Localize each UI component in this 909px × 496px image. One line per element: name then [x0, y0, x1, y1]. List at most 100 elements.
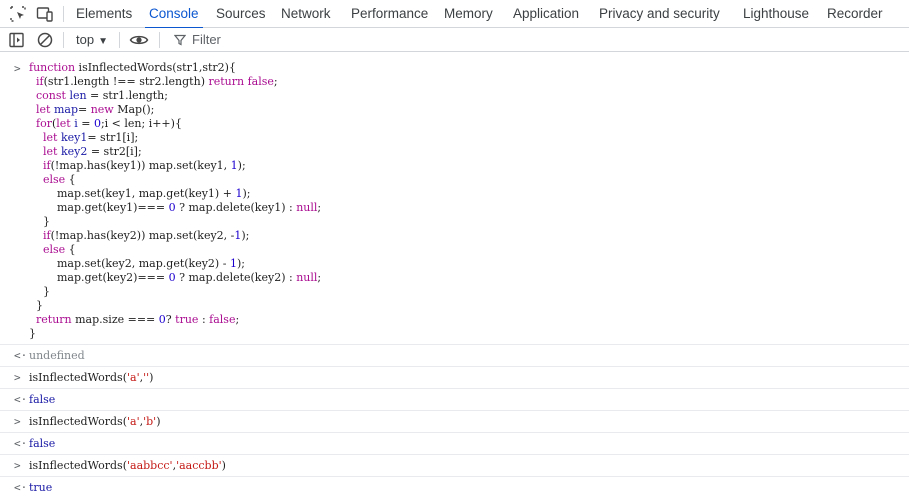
return-arrow-icon: <·	[14, 481, 28, 494]
code-token: {	[65, 173, 76, 186]
code-token: key1	[60, 131, 88, 144]
toolbar-divider	[119, 32, 120, 48]
code-token: (!map.has(key2)) map.set(key2, -	[50, 229, 235, 242]
string-arg: 'a'	[127, 415, 140, 428]
result-value[interactable]: true	[29, 481, 52, 494]
code-token: = str2[i];	[87, 145, 142, 158]
code-token: ;	[317, 201, 322, 214]
console-input-message: > isInflectedWords('aabbcc','aaccbb')	[0, 455, 909, 477]
code-token: = str1.length;	[86, 89, 168, 102]
filter-input[interactable]: Filter	[173, 28, 221, 51]
code-token: {	[65, 243, 76, 256]
tab-application[interactable]: Application	[513, 0, 579, 28]
code-token: map.get(key1)===	[29, 201, 169, 214]
code-token: 0	[93, 117, 101, 130]
tab-memory[interactable]: Memory	[444, 0, 493, 28]
code-line: for(let i = 0;i < len; i++){	[29, 117, 321, 131]
result-value[interactable]: false	[29, 437, 55, 450]
code-token: ;	[317, 271, 322, 284]
return-arrow-icon: <·	[14, 437, 28, 450]
context-selector[interactable]: top ▼	[76, 28, 108, 51]
code-token: null	[296, 271, 318, 284]
code-token: :	[198, 313, 210, 326]
call-name: isInflectedWords(	[29, 459, 127, 472]
code-line: }	[29, 285, 321, 299]
console-sidebar-icon[interactable]	[8, 31, 26, 49]
code-line: map.get(key1)=== 0 ? map.delete(key1) : …	[29, 201, 321, 215]
code-line: return map.size === 0? true : false;	[29, 313, 321, 327]
input-expression[interactable]: isInflectedWords('a','b')	[29, 415, 161, 428]
code-line: else {	[29, 173, 321, 187]
code-token: );	[237, 159, 246, 172]
filter-icon	[173, 34, 187, 46]
code-token: 1	[230, 159, 238, 172]
code-token: =	[77, 117, 94, 130]
code-token: map.size ===	[75, 313, 159, 326]
code-line: function isInflectedWords(str1,str2){	[29, 61, 321, 75]
input-expression[interactable]: isInflectedWords('a','')	[29, 371, 153, 384]
code-token: null	[296, 201, 318, 214]
code-token: }	[29, 299, 43, 312]
code-token: if	[43, 229, 51, 242]
code-line: }	[29, 327, 321, 341]
toolbar-divider	[159, 32, 160, 48]
eye-icon[interactable]	[129, 31, 149, 49]
code-token: 0	[168, 271, 176, 284]
call-close: )	[156, 415, 161, 428]
tab-lighthouse[interactable]: Lighthouse	[743, 0, 809, 28]
console-input-message: > isInflectedWords('a','b')	[0, 411, 909, 433]
code-line: const len = str1.length;	[29, 89, 321, 103]
code-token: let	[43, 131, 61, 144]
code-line: if(!map.has(key2)) map.set(key2, -1);	[29, 229, 321, 243]
console-result-message: <· undefined	[0, 345, 909, 367]
code-token: let	[36, 103, 54, 116]
return-arrow-icon: <·	[14, 393, 28, 406]
code-token: map.get(key2)===	[29, 271, 169, 284]
device-toolbar-icon[interactable]	[36, 5, 54, 23]
string-arg: 'b'	[143, 415, 157, 428]
code-token: map.set(key2, map.get(key2) -	[29, 257, 230, 270]
function-source-code[interactable]: function isInflectedWords(str1,str2){ if…	[29, 61, 321, 341]
console-input-message: > function isInflectedWords(str1,str2){ …	[0, 52, 909, 345]
code-token: Map();	[117, 103, 155, 116]
tab-network[interactable]: Network	[281, 0, 331, 28]
code-line: let key1= str1[i];	[29, 131, 321, 145]
result-value[interactable]: false	[29, 393, 55, 406]
code-token: ? map.delete(key2) :	[175, 271, 297, 284]
code-line: else {	[29, 243, 321, 257]
tab-sources[interactable]: Sources	[216, 0, 266, 28]
tab-performance[interactable]: Performance	[351, 0, 428, 28]
console-messages: > function isInflectedWords(str1,str2){ …	[0, 52, 909, 496]
chevron-down-icon: ▼	[98, 36, 108, 47]
filter-placeholder: Filter	[192, 32, 221, 47]
tab-elements[interactable]: Elements	[76, 0, 132, 28]
toolbar-divider	[63, 32, 64, 48]
code-line: let map= new Map();	[29, 103, 321, 117]
code-line: map.set(key2, map.get(key2) - 1);	[29, 257, 321, 271]
code-token: (!map.has(key1)) map.set(key1,	[50, 159, 231, 172]
result-value[interactable]: undefined	[29, 349, 85, 362]
call-name: isInflectedWords(	[29, 415, 127, 428]
code-token: else	[43, 243, 66, 256]
input-expression[interactable]: isInflectedWords('aabbcc','aaccbb')	[29, 459, 226, 472]
code-token: isInflectedWords(str1,str2){	[78, 61, 236, 74]
call-close: )	[221, 459, 226, 472]
code-token: ;	[273, 75, 278, 88]
code-token: if	[43, 159, 51, 172]
inspect-element-icon[interactable]	[9, 5, 27, 23]
call-name: isInflectedWords(	[29, 371, 127, 384]
tab-privacy-and-security[interactable]: Privacy and security	[599, 0, 720, 28]
clear-console-icon[interactable]	[36, 31, 54, 49]
tab-console[interactable]: Console	[145, 0, 203, 29]
code-token: 1	[229, 257, 237, 270]
console-result-message: <· false	[0, 433, 909, 455]
tab-recorder[interactable]: Recorder	[827, 0, 883, 28]
code-token: (str1.length !== str2.length)	[43, 75, 209, 88]
code-token: =	[77, 103, 91, 116]
code-token: key2	[60, 145, 88, 158]
